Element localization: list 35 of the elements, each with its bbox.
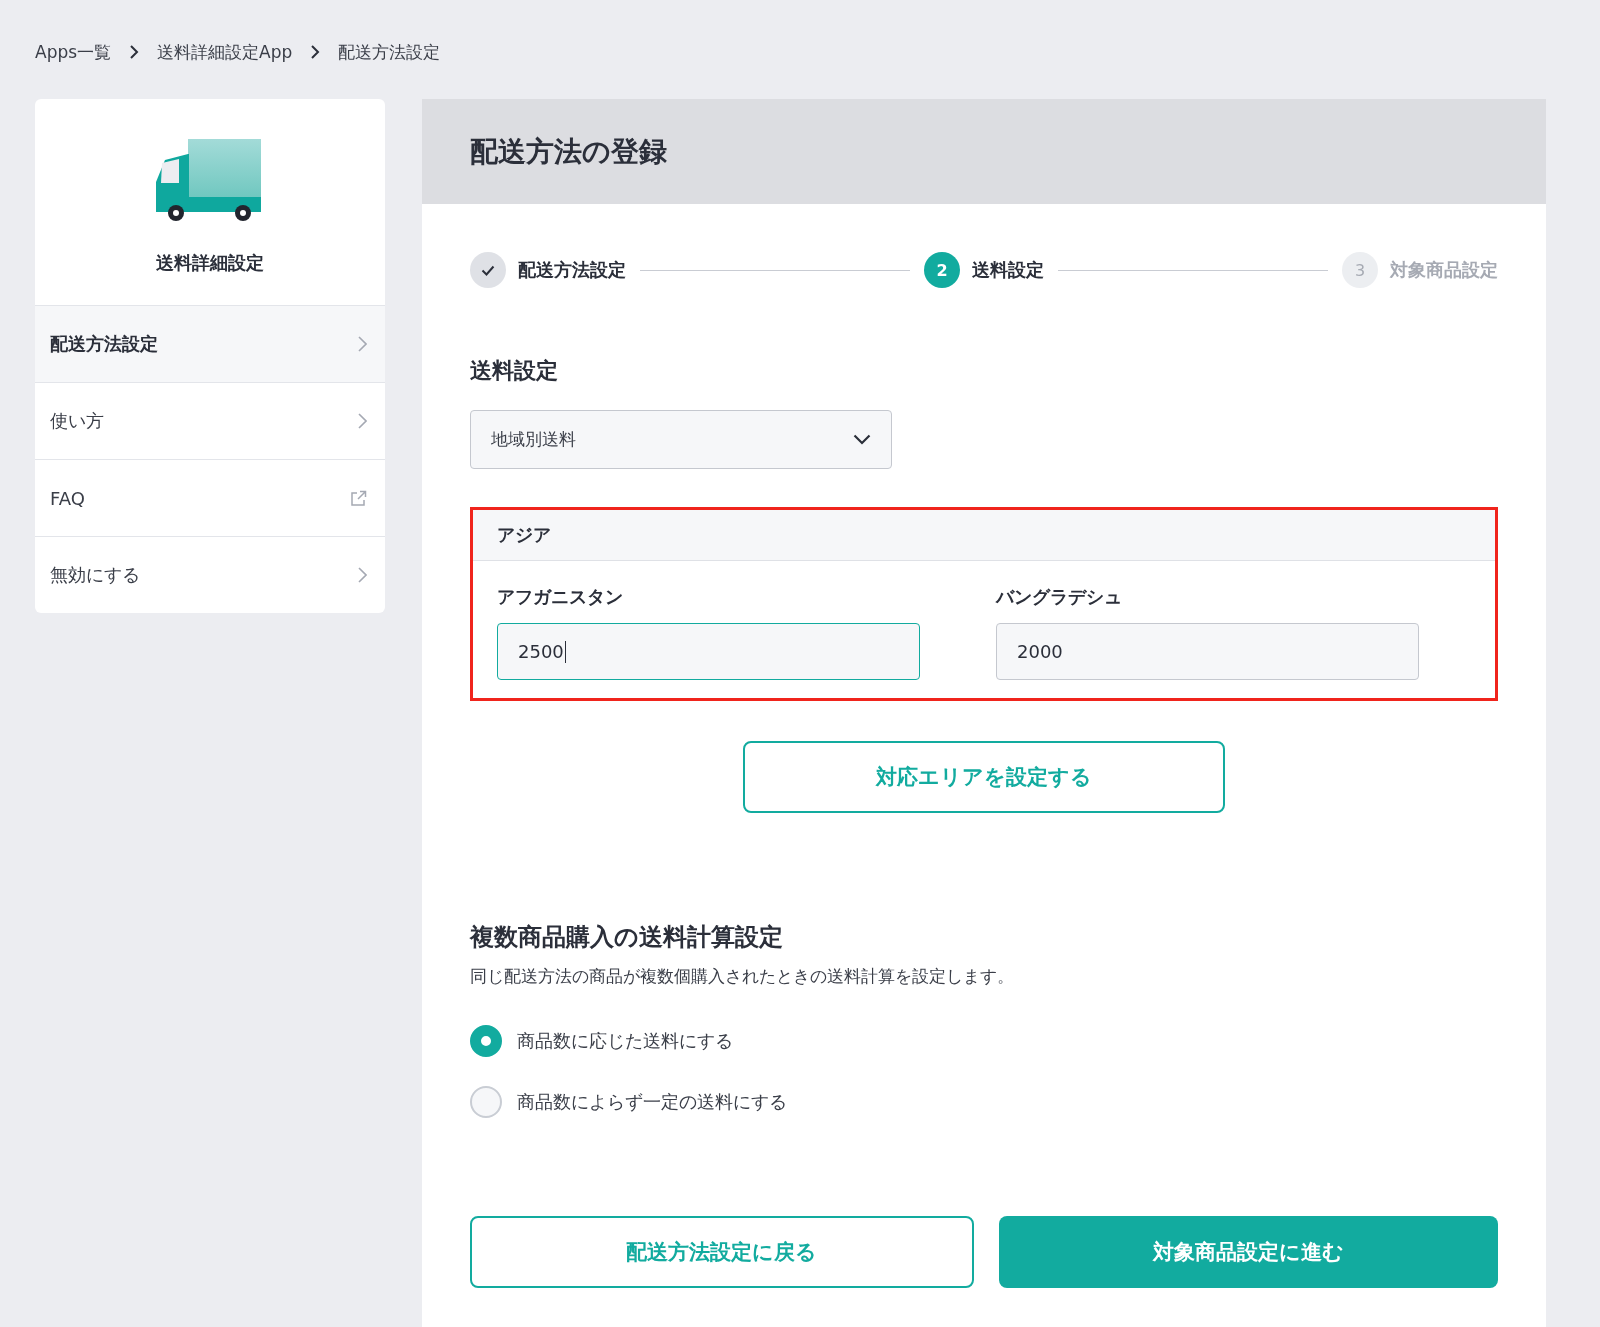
- radio-button[interactable]: [470, 1085, 502, 1118]
- region-title: アジア: [473, 510, 1495, 561]
- step-indicator: 2: [924, 252, 960, 288]
- step-label: 送料設定: [972, 258, 1044, 282]
- radio-label: 商品数に応じた送料にする: [517, 1028, 733, 1053]
- breadcrumb-link[interactable]: 送料詳細設定App: [157, 40, 293, 64]
- chevron-right-icon: [310, 45, 321, 59]
- price-field[interactable]: 2000: [996, 623, 1419, 680]
- chevron-right-icon: [358, 567, 367, 583]
- sidebar-item[interactable]: 使い方: [35, 383, 385, 460]
- field-label: バングラデシュ: [996, 585, 1123, 609]
- radio-button[interactable]: [470, 1024, 502, 1057]
- chevron-down-icon: [853, 434, 871, 445]
- sidebar-item[interactable]: 無効にする: [35, 537, 385, 613]
- breadcrumb-link[interactable]: 配送方法設定: [338, 40, 441, 64]
- chevron-right-icon: [358, 336, 367, 352]
- field-label: アフガニスタン: [497, 585, 624, 609]
- check-icon: [481, 264, 495, 276]
- chevron-right-icon: [358, 413, 367, 429]
- step-indicator: 3: [1342, 252, 1378, 288]
- step-label: 配送方法設定: [518, 258, 626, 282]
- price-field[interactable]: 2500: [497, 623, 920, 680]
- section-title: 送料設定: [470, 357, 559, 385]
- section-title: 複数商品購入の送料計算設定: [470, 922, 784, 953]
- step-label: 対象商品設定: [1390, 258, 1498, 282]
- page-title: 配送方法の登録: [470, 133, 667, 170]
- chevron-right-icon: [129, 45, 140, 59]
- section-description: 同じ配送方法の商品が複数個購入されたときの送料計算を設定します。: [470, 965, 1015, 988]
- sidebar-item[interactable]: FAQ: [35, 460, 385, 537]
- app-title: 送料詳細設定: [156, 251, 264, 275]
- radio-label: 商品数によらず一定の送料にする: [517, 1089, 787, 1114]
- breadcrumb-link[interactable]: Apps一覧: [35, 40, 112, 64]
- sidebar-item[interactable]: 配送方法設定: [35, 306, 385, 383]
- shipping-type-select[interactable]: 地域別送料: [470, 410, 892, 469]
- external-link-icon: [350, 489, 367, 507]
